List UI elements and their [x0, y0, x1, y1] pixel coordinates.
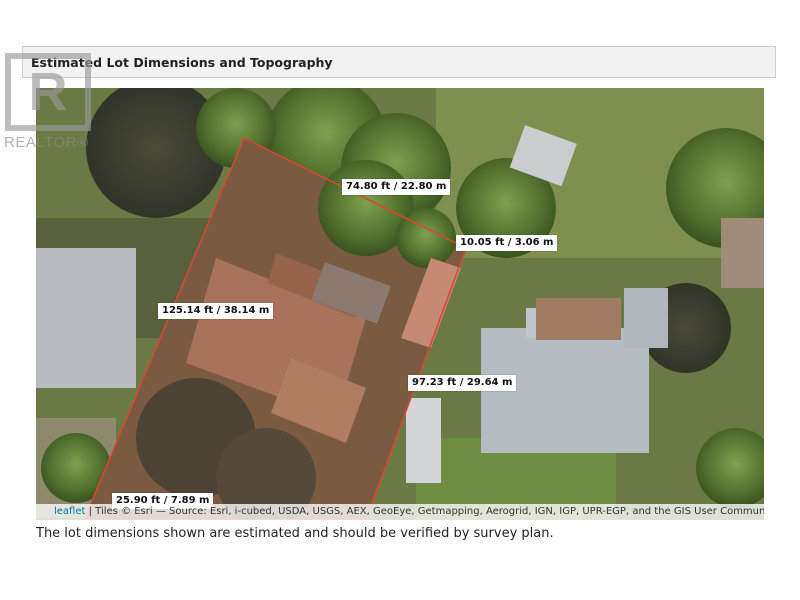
lot-dimensions-panel: Estimated Lot Dimensions and Topography: [0, 0, 800, 600]
aerial-map[interactable]: 74.80 ft / 22.80 m 10.05 ft / 3.06 m 125…: [36, 88, 764, 520]
dimension-right-label: 97.23 ft / 29.64 m: [408, 375, 517, 391]
map-attribution: leaflet | Tiles © Esri — Source: Esri, i…: [36, 504, 764, 520]
section-header: Estimated Lot Dimensions and Topography: [22, 46, 776, 78]
attribution-text: | Tiles © Esri — Source: Esri, i-cubed, …: [85, 506, 764, 517]
dimension-top-label: 74.80 ft / 22.80 m: [342, 179, 451, 195]
dimension-left-label: 125.14 ft / 38.14 m: [158, 303, 274, 319]
leaflet-link[interactable]: leaflet: [54, 506, 85, 517]
aerial-imagery: [36, 88, 764, 520]
dimension-top-right-label: 10.05 ft / 3.06 m: [456, 235, 558, 251]
section-title: Estimated Lot Dimensions and Topography: [31, 54, 333, 70]
lot-disclaimer: The lot dimensions shown are estimated a…: [36, 526, 554, 541]
